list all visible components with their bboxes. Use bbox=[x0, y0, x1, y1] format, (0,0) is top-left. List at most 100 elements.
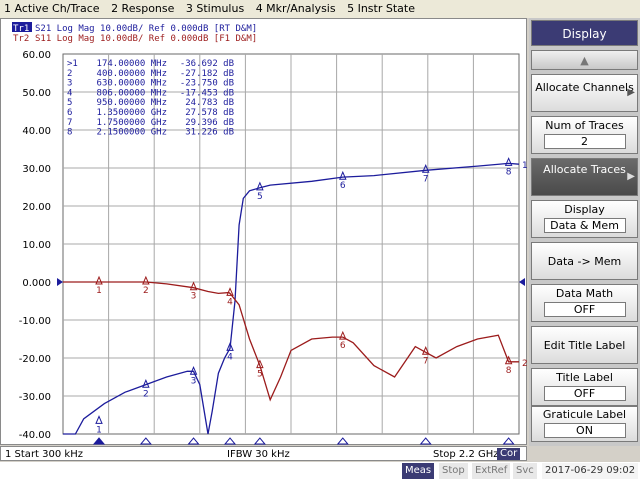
menu-active-ch-trace[interactable]: 1 Active Ch/Trace bbox=[0, 0, 104, 18]
marker-number: 7 bbox=[423, 356, 429, 366]
y-tick-label: 60.00 bbox=[22, 50, 51, 61]
marker-table-value: 27.578 dB bbox=[185, 108, 234, 118]
marker-table-value: -23.750 dB bbox=[180, 79, 234, 89]
marker-table-frequency: 806.00000 MHz bbox=[97, 88, 167, 98]
y-tick-label: 0.000 bbox=[22, 278, 51, 289]
num-traces-label: Num of Traces bbox=[545, 119, 624, 132]
cor-badge: Cor bbox=[497, 448, 521, 460]
menu-response[interactable]: 2 Response bbox=[107, 0, 178, 18]
date-time: 2017-06-29 09:02 bbox=[542, 463, 639, 479]
allocate-traces-button[interactable]: Allocate Traces ▶ bbox=[531, 158, 638, 196]
edit-title-label-button[interactable]: Edit Title Label bbox=[531, 326, 638, 364]
marker-table-index: 3 bbox=[67, 79, 72, 89]
trace-header: Tr1 S21 Log Mag 10.00dB/ Ref 0.000dB [RT … bbox=[12, 22, 257, 44]
y-tick-label: -20.00 bbox=[19, 354, 51, 365]
num-traces-button[interactable]: Num of Traces 2 bbox=[531, 116, 638, 154]
y-tick-label: 30.00 bbox=[22, 164, 51, 175]
menu-bar: 1 Active Ch/Trace 2 Response 3 Stimulus … bbox=[0, 0, 640, 18]
marker-table-value: -27.182 dB bbox=[180, 69, 234, 79]
marker-number: 4 bbox=[227, 297, 233, 307]
title-label-value: OFF bbox=[543, 386, 626, 401]
stop-frequency[interactable]: Stop 2.2 GHz bbox=[433, 447, 499, 462]
display-button[interactable]: Display Data & Mem bbox=[531, 200, 638, 238]
marker-table-value: -17.453 dB bbox=[180, 88, 234, 98]
trace-id-2: Tr2 bbox=[13, 34, 29, 44]
marker-table-index: 6 bbox=[67, 108, 72, 118]
data-math-button[interactable]: Data Math OFF bbox=[531, 284, 638, 322]
title-label-button[interactable]: Title Label OFF bbox=[531, 368, 638, 406]
start-frequency[interactable]: 1 Start 300 kHz bbox=[5, 447, 83, 462]
reference-level-marker-left bbox=[57, 278, 63, 286]
marker-number: 3 bbox=[191, 376, 197, 386]
ifbw-value[interactable]: IFBW 30 kHz bbox=[227, 447, 290, 462]
menu-instr-state[interactable]: 5 Instr State bbox=[343, 0, 419, 18]
marker-number: 8 bbox=[506, 167, 512, 177]
stimulus-marker-indicator bbox=[336, 437, 349, 445]
display-value: Data & Mem bbox=[543, 218, 626, 233]
chevron-right-icon: ▶ bbox=[627, 87, 635, 98]
meas-indicator: Meas bbox=[402, 463, 435, 479]
trace-end-label: 2 bbox=[522, 359, 528, 369]
softkey-panel: Display ▲ Allocate Channels ▶ Num of Tra… bbox=[529, 18, 640, 446]
scroll-up-button[interactable]: ▲ bbox=[531, 50, 638, 70]
marker-table-frequency: 400.00000 MHz bbox=[97, 69, 167, 79]
marker-number: 5 bbox=[257, 192, 263, 202]
trace-legend-2: S11 Log Mag 10.00dB/ Ref 0.000dB [F1 D&M… bbox=[35, 34, 257, 44]
marker-number: 6 bbox=[340, 341, 346, 351]
svc-indicator: Svc bbox=[513, 463, 537, 479]
marker-table-frequency: 630.00000 MHz bbox=[97, 79, 167, 89]
y-tick-label: 20.00 bbox=[22, 202, 51, 213]
stimulus-marker-indicator bbox=[419, 437, 432, 445]
marker-number: 3 bbox=[191, 292, 197, 302]
marker-table-value: -36.692 dB bbox=[180, 59, 234, 69]
title-label-label: Title Label bbox=[556, 371, 613, 384]
graticule-label-button[interactable]: Graticule Label ON bbox=[531, 406, 638, 442]
marker-number: 2 bbox=[143, 389, 149, 399]
y-tick-labels: 60.00 50.00 40.00 30.00 20.00 10.00 0.000 -10.0… bbox=[19, 50, 51, 441]
marker-table-index: >1 bbox=[67, 59, 78, 69]
marker-table-index: 8 bbox=[67, 128, 72, 138]
num-traces-value: 2 bbox=[543, 134, 626, 149]
chevron-up-icon: ▲ bbox=[580, 54, 589, 67]
allocate-traces-label: Allocate Traces bbox=[543, 163, 626, 176]
y-tick-label: 10.00 bbox=[22, 240, 51, 251]
marker-table-frequency: 1.3500000 GHz bbox=[97, 108, 167, 118]
marker-table-value: 31.226 dB bbox=[185, 128, 234, 138]
marker-number: 8 bbox=[506, 366, 512, 376]
marker-table-frequency: 2.1500000 GHz bbox=[97, 128, 167, 138]
marker-table-frequency: 174.00000 MHz bbox=[97, 59, 167, 69]
menu-stimulus[interactable]: 3 Stimulus bbox=[182, 0, 248, 18]
stop-indicator: Stop bbox=[439, 463, 468, 479]
data-math-label: Data Math bbox=[555, 287, 614, 300]
allocate-channels-button[interactable]: Allocate Channels ▶ bbox=[531, 74, 638, 112]
softkey-title: Display bbox=[531, 20, 638, 46]
chart-window[interactable]: 60.00 50.00 40.00 30.00 20.00 10.00 0.000 -10.0… bbox=[0, 18, 528, 445]
marker-table-index: 2 bbox=[67, 69, 72, 79]
allocate-channels-label: Allocate Channels bbox=[535, 81, 634, 94]
menu-mkr-analysis[interactable]: 4 Mkr/Analysis bbox=[252, 0, 340, 18]
extref-indicator: ExtRef bbox=[472, 463, 511, 479]
marker-table-index: 4 bbox=[67, 88, 72, 98]
graticule-label-label: Graticule Label bbox=[542, 408, 627, 421]
y-tick-label: -10.00 bbox=[19, 316, 51, 327]
data-to-mem-button[interactable]: Data -> Mem bbox=[531, 242, 638, 280]
status-bar: 1 Start 300 kHz IFBW 30 kHz Stop 2.2 GHz… bbox=[0, 446, 527, 461]
marker-axis-indicators bbox=[92, 437, 515, 445]
marker-number: 1 bbox=[96, 425, 102, 435]
y-tick-label: -30.00 bbox=[19, 392, 51, 403]
marker-number: 6 bbox=[340, 181, 346, 191]
marker-number: 5 bbox=[257, 370, 263, 380]
marker-table-frequency: 950.00000 MHz bbox=[97, 98, 167, 108]
marker-table-frequency: 1.7500000 GHz bbox=[97, 118, 167, 128]
y-tick-label: -40.00 bbox=[19, 430, 51, 441]
chevron-right-icon: ▶ bbox=[627, 171, 635, 182]
stimulus-marker-indicator bbox=[187, 437, 200, 445]
trace-legend-1: S21 Log Mag 10.00dB/ Ref 0.000dB [RT D&M… bbox=[35, 24, 257, 34]
y-tick-label: 50.00 bbox=[22, 88, 51, 99]
marker-number: 7 bbox=[423, 174, 429, 184]
stimulus-marker-indicator bbox=[92, 437, 106, 445]
reference-level-marker-right bbox=[519, 278, 525, 286]
stimulus-marker-indicator bbox=[253, 437, 266, 445]
marker-table-value: 24.783 dB bbox=[185, 98, 234, 108]
bottom-status-bar: Meas Stop ExtRef Svc 2017-06-29 09:02 bbox=[0, 462, 640, 480]
